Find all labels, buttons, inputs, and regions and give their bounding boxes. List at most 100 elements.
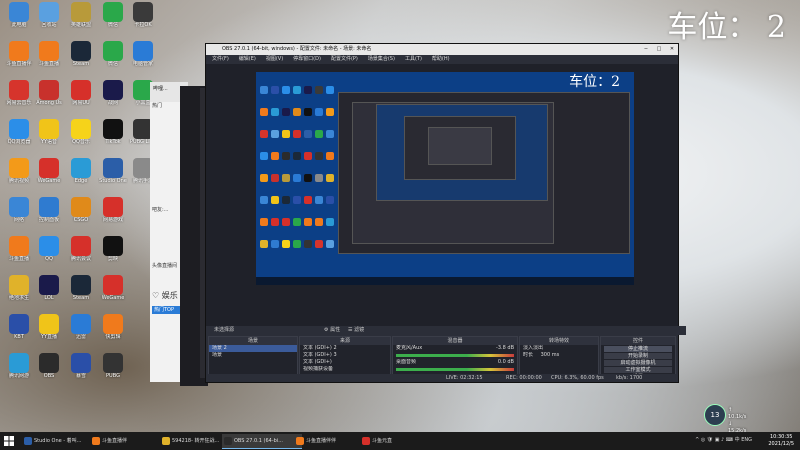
- menu-item[interactable]: 文件(F): [212, 55, 229, 64]
- duration-value[interactable]: 300 ms: [541, 352, 560, 358]
- desktop-icon[interactable]: 暴雪: [66, 353, 96, 380]
- minimize-icon[interactable]: −: [640, 44, 652, 55]
- desktop-icon[interactable]: 回收站: [34, 2, 64, 29]
- desktop-icon[interactable]: QQ浏览器: [4, 119, 34, 146]
- source-item[interactable]: 文本 (GDI+) 3: [300, 352, 390, 359]
- preview-title: 车位：2: [569, 74, 620, 90]
- desktop-icon-label: Among Us: [36, 100, 62, 106]
- transition-duration[interactable]: 时长 300 ms: [520, 352, 598, 359]
- desktop: 车位： 2 此电脑 斗鱼直播伴 网易云音乐 QQ浏览器 腾讯视频 网络 斗鱼直播 绝地求生 KB…: [0, 0, 800, 432]
- browser-like[interactable]: ♡ 娱乐: [152, 290, 178, 301]
- desktop-icon[interactable]: WeGame: [98, 275, 128, 302]
- track-db: 0.0 dB: [497, 359, 514, 365]
- taskbar-app[interactable]: 斗鱼元直: [360, 434, 418, 448]
- desktop-icon[interactable]: 网易云音乐: [4, 80, 34, 107]
- desktop-icon[interactable]: Among Us: [34, 80, 64, 107]
- desktop-icon[interactable]: 绝地求生: [4, 275, 34, 302]
- desktop-icon[interactable]: TikTok: [98, 119, 128, 146]
- taskbar-app[interactable]: Studio One - 着叫...: [22, 434, 98, 448]
- desktop-icon[interactable]: 腾讯视频: [4, 158, 34, 185]
- desktop-icon[interactable]: WeGame: [34, 158, 64, 185]
- desktop-icon[interactable]: Steam: [66, 41, 96, 68]
- desktop-icon-label: 腾讯网游: [8, 373, 29, 379]
- desktop-icon[interactable]: QQ: [34, 236, 64, 263]
- properties-button[interactable]: ⚙ 属性: [324, 326, 340, 335]
- scene-item[interactable]: 场景 2: [209, 345, 297, 352]
- desktop-icon[interactable]: 快剪辑: [98, 314, 128, 341]
- desktop-icon[interactable]: 控制面板: [34, 197, 64, 224]
- menu-item[interactable]: 场景集合(S): [368, 55, 395, 64]
- desktop-icon[interactable]: 斗鱼直播伴: [4, 41, 34, 68]
- desktop-icon[interactable]: 迅雷: [66, 314, 96, 341]
- desktop-icon[interactable]: 腾讯会议: [66, 236, 96, 263]
- close-icon[interactable]: ✕: [666, 44, 678, 55]
- desktop-icon[interactable]: Studio One: [98, 158, 128, 185]
- app-icon: [9, 353, 29, 373]
- studio-mode-button[interactable]: 工作室模式: [604, 367, 672, 373]
- source-item[interactable]: 文本 (GDI+) 2: [300, 345, 390, 352]
- nested-app-icon: [260, 86, 268, 94]
- scene-item[interactable]: 场景: [209, 352, 297, 359]
- desktop-icon[interactable]: 网易UU: [66, 80, 96, 107]
- browser-snippet: 吧友:...: [152, 207, 169, 213]
- tray-icons[interactable]: ^ ◎ 🛡 ▣ ♪ ⌨ 中 ENG: [695, 436, 752, 443]
- menu-item[interactable]: 停靠窗口(D): [293, 55, 321, 64]
- app-icon: [71, 2, 91, 22]
- preview-canvas[interactable]: 车位：2: [256, 72, 634, 285]
- desktop-icon[interactable]: 网络: [4, 197, 34, 224]
- desktop-icon[interactable]: 卡拉OK: [128, 2, 158, 29]
- desktop-icon[interactable]: 微信: [98, 2, 128, 29]
- desktop-icon[interactable]: YY直播: [34, 314, 64, 341]
- filters-button[interactable]: ☰ 滤镜: [348, 326, 364, 335]
- desktop-icon[interactable]: OBS: [34, 353, 64, 380]
- desktop-icon[interactable]: 斗鱼直播: [34, 41, 64, 68]
- desktop-icon[interactable]: 剪映: [98, 236, 128, 263]
- obs-titlebar[interactable]: OBS 27.0.1 (64-bit, windows) - 配置文件: 未命名…: [206, 44, 678, 55]
- app-icon: [39, 314, 59, 334]
- taskbar-app[interactable]: 斗鱼直播伴: [90, 434, 168, 448]
- start-recording-button[interactable]: 开始录制: [604, 353, 672, 359]
- desktop-icon[interactable]: CSGO: [66, 197, 96, 224]
- desktop-icon[interactable]: KBT: [4, 314, 34, 341]
- network-widget[interactable]: 13 ↑ 10.1k/s ↓ 15.2k/s: [704, 404, 750, 432]
- taskbar-app-icon: [362, 437, 370, 445]
- maximize-icon[interactable]: □: [653, 44, 665, 55]
- menu-item[interactable]: 编辑(E): [239, 55, 256, 64]
- virtual-camera-button[interactable]: 启动虚拟摄像机: [604, 360, 672, 366]
- app-icon: [71, 314, 91, 334]
- nested-app-icon: [282, 86, 290, 94]
- obs-window[interactable]: OBS 27.0.1 (64-bit, windows) - 配置文件: 未命名…: [205, 43, 686, 383]
- desktop-icon[interactable]: PUBG: [98, 353, 128, 380]
- taskbar-app[interactable]: 594218- 转开狂战...: [160, 434, 230, 448]
- source-item[interactable]: 文本 (GDI+): [300, 359, 390, 366]
- desktop-icon-label: YY直播: [40, 334, 58, 340]
- source-item[interactable]: 视频捕获设备: [300, 366, 390, 373]
- app-icon: [71, 41, 91, 61]
- kbps: kb/s: 1700: [616, 375, 643, 381]
- taskbar-app[interactable]: 斗鱼直播伴伴: [294, 434, 368, 448]
- clock[interactable]: 10:30:35 2021/12/5: [768, 434, 794, 448]
- nested-app-icon: [315, 152, 323, 160]
- desktop-icon[interactable]: 此电脑: [4, 2, 34, 29]
- desktop-icon-label: 迅雷: [75, 334, 86, 340]
- menu-item[interactable]: 工具(T): [405, 55, 422, 64]
- desktop-icon[interactable]: QQ音乐: [66, 119, 96, 146]
- desktop-icon[interactable]: 战网: [98, 80, 128, 107]
- desktop-icon[interactable]: YY语音: [34, 119, 64, 146]
- transition-type-select[interactable]: 淡入淡出: [520, 345, 598, 352]
- desktop-icon[interactable]: 电脑管家: [128, 41, 158, 68]
- menu-item[interactable]: 配置文件(P): [331, 55, 358, 64]
- desktop-icon[interactable]: 微信: [98, 41, 128, 68]
- stop-streaming-button[interactable]: 停止推流: [604, 346, 672, 352]
- taskbar-app[interactable]: OBS 27.0.1 (64-bi...: [222, 434, 302, 449]
- start-icon[interactable]: [4, 436, 14, 446]
- menu-item[interactable]: 帮助(H): [432, 55, 450, 64]
- desktop-icon[interactable]: 斗鱼直播: [4, 236, 34, 263]
- desktop-icon[interactable]: 腾讯网游: [4, 353, 34, 380]
- menu-item[interactable]: 视图(V): [266, 55, 283, 64]
- desktop-icon[interactable]: 网易游戏: [98, 197, 128, 224]
- desktop-icon[interactable]: Steam: [66, 275, 96, 302]
- desktop-icon[interactable]: 英雄联盟: [66, 2, 96, 29]
- desktop-icon[interactable]: Edge: [66, 158, 96, 185]
- desktop-icon[interactable]: LOL: [34, 275, 64, 302]
